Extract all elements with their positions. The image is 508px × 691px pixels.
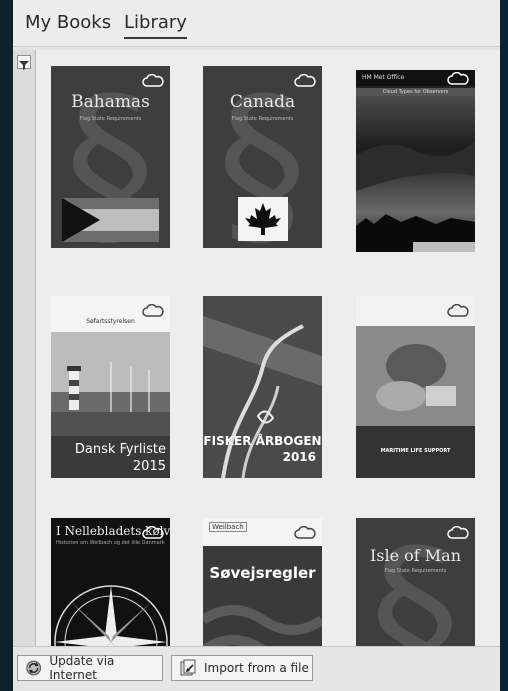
app-frame: My Books Library § Bahamas Flag State Re… — [0, 0, 508, 691]
update-via-internet-button[interactable]: Update via Internet — [17, 654, 163, 682]
book-fisker-arbogen[interactable]: FISKER ÅRBOGEN 2016 — [203, 296, 322, 478]
import-label: Import from a file — [204, 661, 309, 675]
cloud-icon — [447, 304, 469, 317]
book-title: FISKER ÅRBOGEN — [203, 434, 322, 448]
lighthouse-photo — [51, 332, 170, 444]
publisher: HM Met Office — [362, 74, 405, 81]
book-subtitle: Historien om Weilbach og det lille Danma… — [56, 540, 165, 546]
tab-my-books[interactable]: My Books — [25, 12, 111, 33]
book-title: Isle of Man — [369, 546, 462, 565]
book-title: Canada — [229, 92, 296, 112]
bahamas-flag — [62, 198, 159, 242]
cloud-icon — [294, 74, 316, 87]
book-maritime-life-support[interactable]: MARITIME LIFE SUPPORT — [356, 296, 475, 478]
filter-rail — [13, 50, 36, 646]
import-from-file-button[interactable]: Import from a file — [171, 655, 313, 681]
publisher: Søfartsstyrelsen — [86, 318, 135, 325]
book-title: Søvejsregler — [209, 564, 316, 582]
book-subtitle: Flag State Requirements — [384, 568, 447, 574]
footer-toolbar: Update via Internet Import from a file — [13, 646, 500, 691]
cloud-icon — [447, 526, 469, 539]
book-sovejsregler[interactable]: Weilbach Søvejsregler — [203, 518, 322, 646]
book-met-office[interactable]: HM Met Office Cloud Types for Observers — [356, 70, 475, 252]
cloud-icon — [142, 526, 164, 539]
filter-icon[interactable] — [17, 55, 31, 70]
library-window: My Books Library § Bahamas Flag State Re… — [13, 0, 500, 691]
book-canada[interactable]: § Canada Flag State Requirements — [203, 66, 322, 248]
book-nellebladets-kolvand[interactable]: I Nellebladets kølvand Historien om Weil… — [51, 518, 170, 646]
book-isle-of-man[interactable]: § Isle of Man Flag State Requirements — [356, 518, 475, 646]
compass-rose — [54, 585, 168, 646]
tab-library[interactable]: Library — [124, 12, 187, 39]
book-year: 2015 — [132, 459, 166, 474]
cloud-icon — [447, 72, 469, 85]
book-grid: § Bahamas Flag State Requirements § Cana… — [36, 50, 500, 646]
book-subtitle: Flag State Requirements — [79, 116, 142, 122]
book-bahamas[interactable]: § Bahamas Flag State Requirements — [51, 66, 170, 248]
book-title: Dansk Fyrliste — [74, 442, 166, 457]
cloud-icon — [142, 304, 164, 317]
cloud-icon — [142, 74, 164, 87]
book-dansk-fyrliste[interactable]: Søfartsstyrelsen Dansk Fyrliste 2015 — [51, 296, 170, 478]
wave-graphic — [203, 605, 322, 646]
update-icon — [26, 660, 42, 676]
cloud-icon — [294, 526, 316, 539]
book-title: MARITIME LIFE SUPPORT — [380, 448, 451, 454]
tab-bar: My Books Library — [13, 0, 500, 47]
book-year: 2016 — [282, 450, 316, 464]
book-title: Bahamas — [71, 92, 150, 112]
update-label: Update via Internet — [49, 654, 115, 682]
publisher: Weilbach — [209, 522, 247, 532]
book-subtitle: Flag State Requirements — [231, 116, 294, 122]
sky-photo — [356, 96, 475, 252]
maple-leaf-flag — [238, 197, 288, 241]
series-band — [413, 242, 475, 252]
book-subtitle: Cloud Types for Observers — [382, 89, 449, 95]
import-icon — [180, 659, 196, 676]
rescue-photo — [356, 326, 475, 426]
